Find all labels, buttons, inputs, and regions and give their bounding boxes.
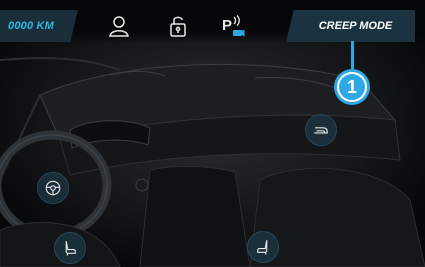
steering-wheel-icon <box>45 180 61 196</box>
parking-sensor-icon[interactable]: P <box>221 14 245 38</box>
callout-badge: 1 <box>334 69 370 105</box>
callout-connector <box>351 41 354 69</box>
steering-column-button[interactable] <box>305 114 337 146</box>
steering-wheel-button[interactable] <box>37 172 69 204</box>
user-icon[interactable] <box>107 14 131 38</box>
odometer-readout: 0000 KM <box>0 10 78 42</box>
creep-mode-button[interactable]: CREEP MODE <box>286 10 415 42</box>
passenger-seat-icon <box>257 240 268 255</box>
svg-text:P: P <box>222 17 232 34</box>
unlock-icon[interactable] <box>166 14 190 38</box>
driver-seat-button[interactable] <box>54 232 86 264</box>
steering-column-icon <box>314 127 328 134</box>
car-controls-screen: 0000 KM P CREEP MODE 1 <box>0 0 425 267</box>
passenger-seat-button[interactable] <box>247 231 279 263</box>
driver-seat-icon <box>65 241 76 256</box>
callout-number: 1 <box>337 72 367 102</box>
